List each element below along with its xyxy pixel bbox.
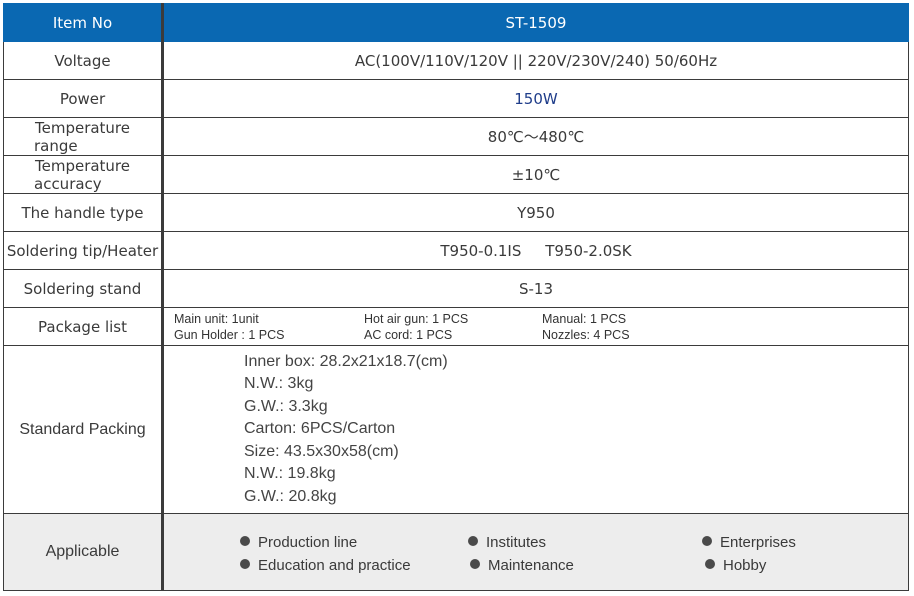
- bullet-dot-icon: [240, 536, 250, 546]
- power-label: Power: [3, 79, 164, 118]
- applicable-item: Education and practice: [240, 557, 411, 574]
- standard-packing-value: Inner box: 28.2x21x18.7(cm) N.W.: 3kg G.…: [162, 345, 909, 514]
- applicable-item-label: Production line: [258, 534, 358, 551]
- handle-type-value: Y950: [162, 193, 909, 232]
- item-no-label: Item No: [3, 3, 164, 42]
- row-standard-packing: Standard Packing Inner box: 28.2x21x18.7…: [3, 345, 909, 514]
- package-item: AC cord: 1 PCS: [364, 327, 453, 342]
- package-item: Hot air gun: 1 PCS: [364, 311, 469, 326]
- spec-table: Item No ST-1509 Voltage AC(100V/110V/120…: [3, 3, 909, 591]
- applicable-item-label: Education and practice: [258, 557, 411, 574]
- temp-accuracy-label-line1: Temperature: [34, 156, 131, 175]
- packing-line: G.W.: 20.8kg: [244, 487, 337, 505]
- applicable-item-label: Maintenance: [488, 557, 574, 574]
- temp-range-label-line1: Temperature: [34, 118, 131, 137]
- package-item: Manual: 1 PCS: [542, 311, 627, 326]
- applicable-item: Production line: [240, 534, 357, 551]
- voltage-label: Voltage: [3, 41, 164, 80]
- row-handle-type: The handle type Y950: [3, 193, 909, 232]
- row-power: Power 150W: [3, 79, 909, 118]
- bullet-dot-icon: [470, 559, 480, 569]
- applicable-label: Applicable: [3, 513, 164, 591]
- temp-accuracy-value: ±10℃: [162, 155, 909, 194]
- standard-packing-label: Standard Packing: [3, 345, 164, 514]
- temp-range-value: 80℃～480℃: [162, 117, 909, 156]
- package-item: Main unit: 1unit: [174, 311, 259, 326]
- package-item: Gun Holder : 1 PCS: [174, 327, 285, 342]
- packing-line: N.W.: 3kg: [244, 375, 314, 393]
- row-voltage: Voltage AC(100V/110V/120V || 220V/230V/2…: [3, 41, 909, 80]
- item-no-value: ST-1509: [162, 3, 909, 42]
- power-value: 150W: [162, 79, 909, 118]
- applicable-item: Institutes: [468, 534, 546, 551]
- row-item-no: Item No ST-1509: [3, 3, 909, 42]
- packing-line: G.W.: 3.3kg: [244, 397, 328, 415]
- standard-packing-lines: Inner box: 28.2x21x18.7(cm) N.W.: 3kg G.…: [164, 351, 908, 509]
- temp-accuracy-label-line2: accuracy: [34, 174, 102, 193]
- row-soldering-tip: Soldering tip/Heater T950-0.1IS T950-2.0…: [3, 231, 909, 270]
- voltage-value: AC(100V/110V/120V || 220V/230V/240) 50/6…: [162, 41, 909, 80]
- package-list-grid: Main unit: 1unit Hot air gun: 1 PCS Manu…: [164, 309, 908, 345]
- package-item: Nozzles: 4 PCS: [542, 327, 630, 342]
- packing-line: Carton: 6PCS/Carton: [244, 420, 396, 438]
- row-temp-accuracy: Temperature accuracy ±10℃: [3, 155, 909, 194]
- packing-line: N.W.: 19.8kg: [244, 465, 336, 483]
- temp-range-label: Temperature range: [3, 117, 164, 156]
- row-package-list: Package list Main unit: 1unit Hot air gu…: [3, 307, 909, 346]
- temp-range-label-line2: range: [34, 136, 78, 155]
- bullet-dot-icon: [240, 559, 250, 569]
- soldering-tip-label: Soldering tip/Heater: [3, 231, 164, 270]
- package-list-value: Main unit: 1unit Hot air gun: 1 PCS Manu…: [162, 307, 909, 346]
- applicable-item-label: Institutes: [486, 534, 547, 551]
- bullet-dot-icon: [705, 559, 715, 569]
- applicable-item: Enterprises: [702, 534, 796, 551]
- temp-accuracy-label: Temperature accuracy: [3, 155, 164, 194]
- bullet-dot-icon: [702, 536, 712, 546]
- applicable-value: Production line Institutes Enterprises E…: [162, 513, 909, 591]
- row-applicable: Applicable Production line Institutes En…: [3, 513, 909, 591]
- applicable-item: Maintenance: [470, 557, 574, 574]
- row-temp-range: Temperature range 80℃～480℃: [3, 117, 909, 156]
- applicable-item-label: Hobby: [723, 557, 767, 574]
- bullet-dot-icon: [468, 536, 478, 546]
- applicable-item: Hobby: [705, 557, 766, 574]
- handle-type-label: The handle type: [3, 193, 164, 232]
- package-list-label: Package list: [3, 307, 164, 346]
- row-soldering-stand: Soldering stand S-13: [3, 269, 909, 308]
- soldering-stand-label: Soldering stand: [3, 269, 164, 308]
- packing-line: Size: 43.5x30x58(cm): [244, 442, 399, 460]
- soldering-tip-value: T950-0.1IS T950-2.0SK: [162, 231, 909, 270]
- applicable-item-label: Enterprises: [720, 534, 796, 551]
- packing-line: Inner box: 28.2x21x18.7(cm): [244, 352, 448, 370]
- soldering-stand-value: S-13: [162, 269, 909, 308]
